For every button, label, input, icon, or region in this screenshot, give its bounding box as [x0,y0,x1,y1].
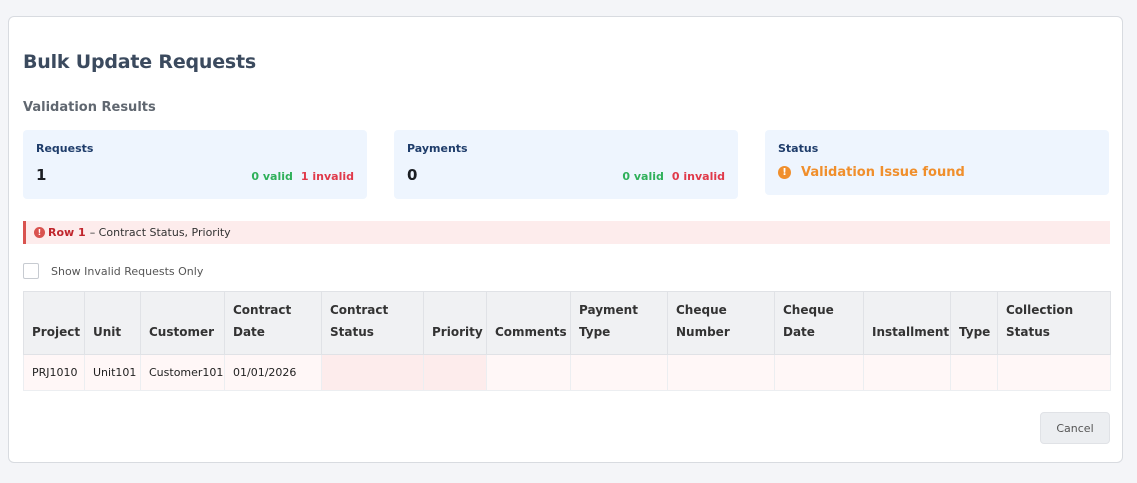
table-row: PRJ1010 Unit101 Customer101 01/01/2026 [23,354,1111,391]
column-header: Priority [423,291,487,355]
warning-icon: ! [778,166,791,179]
requests-count: 1 [36,166,47,184]
column-header: Contract Date [224,291,322,355]
row-error-banner: ! Row 1 – Contract Status, Priority [23,221,1110,244]
table-cell [863,354,951,391]
requests-table: Project Unit Customer Contract Date Cont… [23,291,1111,391]
payments-invalid-count: 0 invalid [671,170,725,183]
requests-label: Requests [36,142,94,155]
column-header: Customer [140,291,225,355]
cancel-button[interactable]: Cancel [1040,412,1110,444]
requests-valid-count: 0 valid [251,170,293,183]
table-cell: PRJ1010 [23,354,85,391]
column-header: Cheque Date [774,291,864,355]
column-header: Project [23,291,85,355]
invalid-only-label: Show Invalid Requests Only [51,264,204,278]
column-header: Installment [863,291,951,355]
error-row-label: Row 1 [48,226,86,239]
table-cell [667,354,775,391]
payments-count: 0 [407,166,418,184]
table-header-row: Project Unit Customer Contract Date Cont… [23,291,1111,355]
payments-valid-count: 0 valid [622,170,664,183]
status-card: Status ! Validation Issue found [765,130,1109,195]
table-cell [774,354,864,391]
table-cell-error [423,354,487,391]
column-header: Unit [84,291,141,355]
column-header: Type [950,291,998,355]
payments-label: Payments [407,142,468,155]
bulk-update-dialog: Bulk Update Requests Validation Results … [8,16,1123,463]
table-cell [950,354,998,391]
column-header: Comments [486,291,571,355]
requests-invalid-count: 1 invalid [300,170,354,183]
dialog-title: Bulk Update Requests [23,51,257,73]
error-icon: ! [34,227,45,238]
requests-validity: 0 valid 1 invalid [251,170,354,183]
requests-card: Requests 1 0 valid 1 invalid [23,130,367,199]
validation-results-heading: Validation Results [23,100,156,115]
table-cell: Customer101 [140,354,225,391]
column-header: Collection Status [997,291,1111,355]
table-cell [997,354,1111,391]
table-cell-error [321,354,424,391]
status-text: Validation Issue found [801,165,965,180]
table-cell: Unit101 [84,354,141,391]
status-message: ! Validation Issue found [778,165,965,180]
status-label: Status [778,142,819,155]
column-header: Cheque Number [667,291,775,355]
column-header: Contract Status [321,291,424,355]
table-cell: 01/01/2026 [224,354,322,391]
table-cell [570,354,668,391]
payments-validity: 0 valid 0 invalid [622,170,725,183]
invalid-only-checkbox[interactable] [23,263,39,279]
payments-card: Payments 0 0 valid 0 invalid [394,130,738,199]
table-cell [486,354,571,391]
column-header: Payment Type [570,291,668,355]
invalid-only-filter[interactable]: Show Invalid Requests Only [23,263,203,279]
error-message: – Contract Status, Priority [89,226,231,239]
